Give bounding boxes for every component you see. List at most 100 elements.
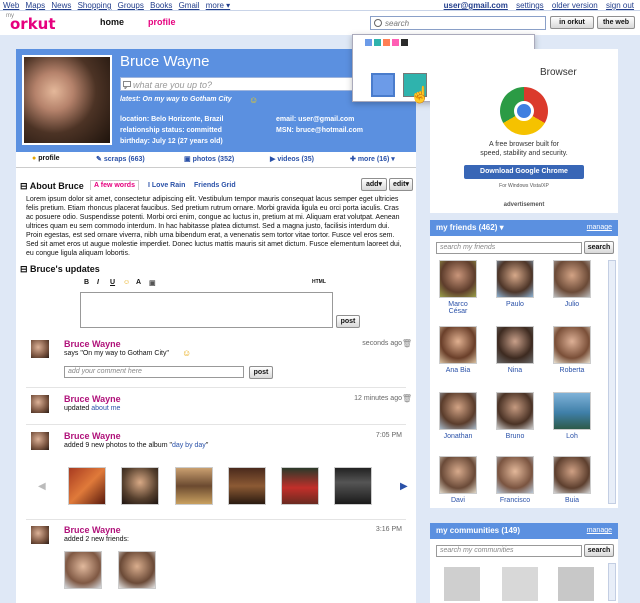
link-shopping[interactable]: Shopping bbox=[78, 1, 112, 10]
profile-photo[interactable] bbox=[22, 55, 112, 145]
communities-manage-link[interactable]: manage bbox=[587, 527, 612, 534]
friends-manage-link[interactable]: manage bbox=[587, 224, 612, 231]
new-friend-photo[interactable] bbox=[118, 551, 156, 589]
tab-photos[interactable]: ▣ photos (352) bbox=[184, 155, 234, 163]
friend-item[interactable]: Nina bbox=[495, 326, 535, 374]
underline-button[interactable]: U bbox=[110, 279, 115, 286]
community-thumb[interactable] bbox=[444, 567, 480, 601]
avatar[interactable] bbox=[30, 394, 50, 414]
search-the-web-button[interactable]: the web bbox=[597, 16, 635, 29]
link-news[interactable]: News bbox=[51, 1, 71, 10]
smiley-picker-icon[interactable]: ☺ bbox=[123, 279, 130, 286]
update-time: 12 minutes ago bbox=[354, 395, 402, 402]
communities-search-input[interactable]: search my communities bbox=[436, 545, 582, 557]
tab-scraps[interactable]: ✎ scraps (663) bbox=[96, 155, 145, 163]
album-photo-thumb[interactable] bbox=[68, 467, 106, 505]
html-toggle[interactable]: HTML bbox=[312, 279, 326, 285]
friend-item[interactable]: Loh bbox=[552, 392, 592, 440]
search-in-orkut-button[interactable]: in orkut bbox=[550, 16, 594, 29]
album-photo-thumb[interactable] bbox=[175, 467, 213, 505]
nav-profile[interactable]: profile bbox=[148, 17, 176, 27]
older-version-link[interactable]: older version bbox=[552, 1, 598, 10]
friends-scrollbar[interactable] bbox=[608, 260, 616, 504]
friends-header: my friends (462) ▾ manage bbox=[430, 220, 618, 236]
friend-item[interactable]: Bruno bbox=[495, 392, 535, 440]
link-groups[interactable]: Groups bbox=[118, 1, 144, 10]
friend-item[interactable]: Roberta bbox=[552, 326, 592, 374]
settings-link[interactable]: settings bbox=[516, 1, 544, 10]
friend-item[interactable]: Paulo bbox=[495, 260, 535, 308]
text-color-button[interactable]: A bbox=[136, 279, 141, 286]
about-me-link[interactable]: about me bbox=[91, 405, 120, 412]
album-photo-thumb[interactable] bbox=[334, 467, 372, 505]
community-thumb[interactable] bbox=[558, 567, 594, 601]
album-photo-thumb[interactable] bbox=[281, 467, 319, 505]
new-friend-photo[interactable] bbox=[64, 551, 102, 589]
update-author[interactable]: Bruce Wayne bbox=[64, 394, 121, 404]
download-chrome-button[interactable]: Download Google Chrome bbox=[464, 165, 584, 179]
communities-search-button[interactable]: search bbox=[584, 544, 614, 557]
friend-item[interactable]: Julio bbox=[552, 260, 592, 308]
post-update-button[interactable]: post bbox=[336, 315, 360, 328]
update-author[interactable]: Bruce Wayne bbox=[64, 431, 121, 441]
ad-os: For Windows Vista/XP bbox=[499, 183, 549, 189]
album-photo-thumb[interactable] bbox=[121, 467, 159, 505]
profile-relationship: relationship status: committed bbox=[120, 127, 222, 134]
link-books[interactable]: Books bbox=[150, 1, 172, 10]
swatch-blue[interactable] bbox=[371, 73, 395, 97]
subtab-i-love-rain[interactable]: I Love Rain bbox=[148, 182, 185, 189]
friend-item[interactable]: Jonathan bbox=[438, 392, 478, 440]
tab-profile[interactable]: ● profile bbox=[32, 155, 60, 162]
orkut-nav-bar: my orkut home profile in orkut the web bbox=[0, 11, 640, 35]
update-author[interactable]: Bruce Wayne bbox=[64, 339, 121, 349]
album-link[interactable]: day by day bbox=[172, 442, 206, 449]
link-gmail[interactable]: Gmail bbox=[179, 1, 200, 10]
link-web[interactable]: Web bbox=[3, 1, 19, 10]
update-time: 3:16 PM bbox=[375, 526, 402, 533]
friend-photo bbox=[496, 260, 534, 298]
communities-scrollbar[interactable] bbox=[608, 563, 616, 601]
trash-icon[interactable]: 🗑 bbox=[402, 394, 412, 403]
subtab-a-few-words[interactable]: A few words bbox=[90, 180, 139, 190]
avatar[interactable] bbox=[30, 431, 50, 451]
bold-button[interactable]: B bbox=[84, 279, 89, 286]
image-insert-icon[interactable]: ▣ bbox=[149, 279, 156, 287]
profile-name: Bruce Wayne bbox=[120, 53, 210, 70]
carousel-next-icon[interactable]: ▶ bbox=[400, 481, 408, 492]
friend-name: Francisco bbox=[499, 497, 531, 504]
avatar[interactable] bbox=[30, 339, 50, 359]
sign-out-link[interactable]: sign out bbox=[606, 1, 634, 10]
friends-search-button[interactable]: search bbox=[584, 241, 614, 254]
avatar[interactable] bbox=[30, 525, 50, 545]
tab-profile-label: profile bbox=[38, 155, 60, 162]
italic-button[interactable]: I bbox=[97, 279, 99, 286]
tab-videos[interactable]: ▶ videos (35) bbox=[270, 155, 314, 163]
link-maps[interactable]: Maps bbox=[26, 1, 46, 10]
nav-home[interactable]: home bbox=[100, 17, 124, 27]
friends-search-input[interactable]: search my friends bbox=[436, 242, 582, 254]
community-thumb[interactable] bbox=[502, 567, 538, 601]
update-editor[interactable] bbox=[80, 292, 333, 328]
trash-icon[interactable]: 🗑 bbox=[402, 339, 412, 348]
friend-item[interactable]: Francisco bbox=[495, 456, 535, 504]
comment-input[interactable]: add your comment here bbox=[64, 366, 244, 378]
friend-item[interactable]: Marco César bbox=[438, 260, 478, 315]
carousel-prev-icon[interactable]: ◀ bbox=[38, 481, 46, 492]
post-comment-button[interactable]: post bbox=[249, 366, 273, 379]
tab-more[interactable]: ✚ more (16) ▾ bbox=[350, 155, 395, 163]
friend-item[interactable]: Ana Bia bbox=[438, 326, 478, 374]
friend-item[interactable]: Buia bbox=[552, 456, 592, 504]
videos-icon: ▶ bbox=[270, 156, 276, 163]
friend-item[interactable]: Davi bbox=[438, 456, 478, 504]
tab-videos-label: videos (35) bbox=[277, 156, 314, 163]
subtab-friends-grid[interactable]: Friends Grid bbox=[194, 182, 236, 189]
user-email[interactable]: user@gmail.com bbox=[444, 1, 508, 10]
add-button[interactable]: add▾ bbox=[361, 178, 387, 191]
orkut-logo[interactable]: my orkut bbox=[6, 13, 70, 33]
album-photo-thumb[interactable] bbox=[228, 467, 266, 505]
edit-button[interactable]: edit▾ bbox=[389, 178, 413, 191]
chevron-down-icon[interactable]: ▾ bbox=[500, 223, 504, 232]
search-input[interactable] bbox=[371, 17, 521, 29]
update-author[interactable]: Bruce Wayne bbox=[64, 525, 121, 535]
link-more[interactable]: more ▾ bbox=[206, 1, 230, 10]
